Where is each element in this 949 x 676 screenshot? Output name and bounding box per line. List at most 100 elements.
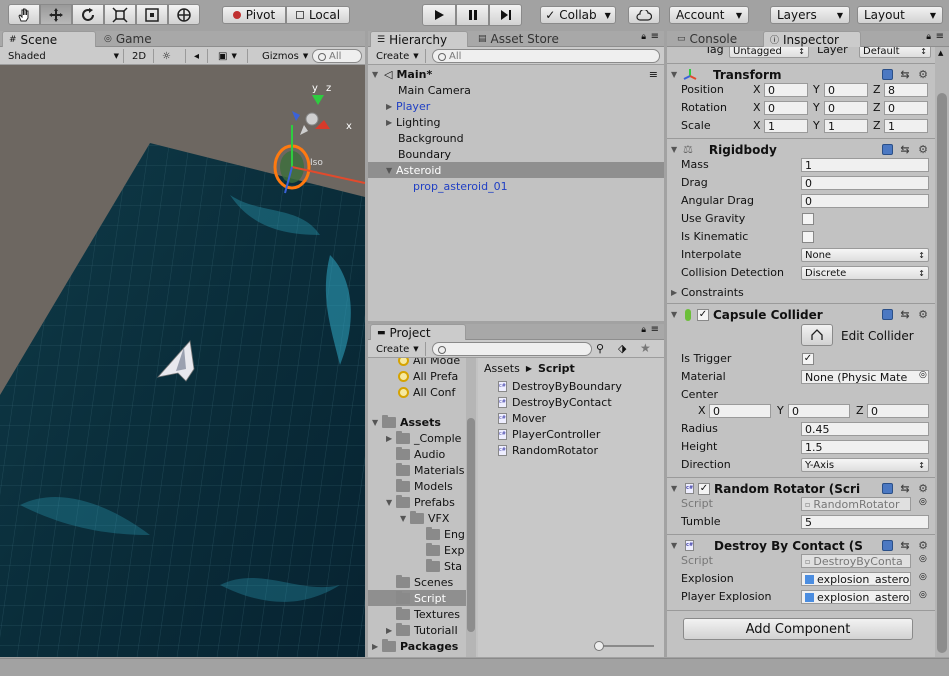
is-trigger-checkbox[interactable]: ✓ [802,353,814,365]
interpolate-dropdown[interactable]: None [801,248,929,262]
tab-console[interactable]: ▭ Console [671,31,759,47]
tree-item-assets[interactable]: ▼ Assets [372,414,441,430]
rotation-z-field[interactable]: 0 [884,101,928,115]
tab-asset-store[interactable]: ▤ Asset Store [472,31,572,47]
filter-label-icon[interactable]: ⬗ [618,342,626,355]
scene-root-row[interactable]: ▼ ◁ Main* ≡ [368,66,664,82]
tree-item-models[interactable]: Models [396,478,453,494]
center-y-field[interactable]: 0 [788,404,850,418]
transform-header[interactable]: ▼ Transform ⇆ ⚙ [667,63,935,85]
slider-handle[interactable] [594,641,604,651]
is-kinematic-checkbox[interactable] [802,231,814,243]
tree-item-complete[interactable]: ▶ _Comple [386,430,461,446]
transform-tool-button[interactable] [168,4,200,25]
rotation-y-field[interactable]: 0 [824,101,868,115]
tab-game[interactable]: ◎ Game [98,31,168,47]
pause-button[interactable] [456,4,489,26]
tab-inspector[interactable]: ⓘ Inspector [763,31,861,47]
tree-item-starfield[interactable]: Sta [426,558,462,574]
random-rotator-header[interactable]: ▼ c# ✓ Random Rotator (Scri ⇆ ⚙ [667,477,935,499]
scale-x-field[interactable]: 1 [764,119,808,133]
preset-icon[interactable]: ⇆ [899,143,911,156]
shading-mode-dropdown[interactable]: Shaded ▼ [4,49,124,63]
local-button[interactable]: Local [286,6,350,24]
position-z-field[interactable]: 8 [884,83,928,97]
hierarchy-item-prop-asteroid[interactable]: prop_asteroid_01 [413,178,508,194]
help-book-icon[interactable] [881,69,893,81]
object-picker-icon[interactable]: ◎ [919,497,927,507]
help-book-icon[interactable] [881,483,893,495]
help-book-icon[interactable] [881,540,893,552]
tree-item-engines[interactable]: Eng [426,526,465,542]
file-item[interactable]: c# DestroyByContact [498,394,612,410]
constraints-foldout[interactable]: ▶ Constraints [671,284,744,300]
scene-viewport[interactable]: y z x Iso [0,65,365,657]
gear-icon[interactable]: ⚙ [917,143,929,156]
play-button[interactable] [422,4,456,26]
cloud-button[interactable] [628,6,660,24]
center-x-field[interactable]: 0 [709,404,771,418]
gear-icon[interactable]: ⚙ [917,68,929,81]
object-picker-icon[interactable]: ◎ [919,554,927,564]
hierarchy-item-main-camera[interactable]: Main Camera [398,82,471,98]
hierarchy-item-boundary[interactable]: Boundary [398,146,451,162]
drag-field[interactable]: 0 [801,176,929,190]
project-search-input[interactable] [432,342,592,356]
layout-dropdown[interactable]: Layout ▼ [857,6,943,24]
2d-toggle[interactable]: 2D [128,49,154,63]
lock-icon[interactable]: 🔒︎ [926,32,931,42]
tree-item-script[interactable]: Script [368,590,466,606]
tag-dropdown[interactable]: Untagged [729,47,809,58]
lighting-toggle[interactable]: ☼ [158,49,186,63]
gear-icon[interactable]: ⚙ [917,308,929,321]
tree-item-explosions[interactable]: Exp [426,542,464,558]
preset-icon[interactable]: ⇆ [899,308,911,321]
panel-menu-icon[interactable]: ≡ [651,31,659,42]
scale-tool-button[interactable] [104,4,136,25]
move-tool-button[interactable] [40,4,72,25]
panel-menu-icon[interactable]: ≡ [936,31,944,42]
tree-scrollbar[interactable] [466,358,476,657]
tree-item-prefabs[interactable]: ▼ Prefabs [386,494,455,510]
object-picker-icon[interactable]: ◎ [919,572,927,582]
lock-icon[interactable]: 🔒︎ [641,325,646,335]
hierarchy-item-player[interactable]: ▶ Player [386,98,430,114]
rect-tool-button[interactable] [136,4,168,25]
effects-dropdown[interactable]: ▣ ▼ [214,49,248,63]
tree-item-all-prefabs[interactable]: All Prefa [398,368,458,384]
tree-item-all-conf[interactable]: All Conf [398,384,455,400]
account-dropdown[interactable]: Account ▼ [669,6,749,24]
breadcrumb-assets[interactable]: Assets [484,362,520,375]
capsule-collider-header[interactable]: ▼ ✓ Capsule Collider ⇆ ⚙ [667,303,935,325]
material-field[interactable]: None (Physic Mate [801,370,929,384]
position-x-field[interactable]: 0 [764,83,808,97]
tab-project[interactable]: ▬ Project [370,324,466,340]
preset-icon[interactable]: ⇆ [899,539,911,552]
file-item[interactable]: c# PlayerController [498,426,600,442]
icon-size-slider[interactable] [594,641,654,651]
layer-dropdown[interactable]: Default [859,47,931,58]
hierarchy-item-lighting[interactable]: ▶ Lighting [386,114,440,130]
tab-hierarchy[interactable]: ☰ Hierarchy [370,31,468,47]
tree-item-packages[interactable]: ▶ Packages [372,638,458,654]
file-item[interactable]: c# DestroyByBoundary [498,378,622,394]
tab-scene[interactable]: # Scene [2,31,96,47]
favorite-star-icon[interactable]: ★ [640,341,651,355]
hierarchy-item-asteroid[interactable]: ▼ Asteroid [368,162,664,178]
panel-menu-icon[interactable]: ≡ [651,324,659,335]
breadcrumb-script[interactable]: Script [538,362,575,375]
file-item[interactable]: c# RandomRotator [498,442,598,458]
add-component-button[interactable]: Add Component [683,618,913,640]
preset-icon[interactable]: ⇆ [899,68,911,81]
rigidbody-header[interactable]: ▼ ⚖ Rigidbody ⇆ ⚙ [667,138,935,160]
scroll-up-arrow-icon[interactable]: ▲ [938,49,943,57]
radius-field[interactable]: 0.45 [801,422,929,436]
lock-icon[interactable]: 🔒︎ [641,32,646,42]
enabled-checkbox[interactable]: ✓ [697,308,709,321]
collision-detection-dropdown[interactable]: Discrete [801,266,929,280]
project-create-dropdown[interactable]: Create ▼ [372,342,426,356]
tree-item-all-models[interactable]: All Mode [398,358,460,368]
tree-item-scenes[interactable]: Scenes [396,574,453,590]
position-y-field[interactable]: 0 [824,83,868,97]
gear-icon[interactable]: ⚙ [917,539,929,552]
